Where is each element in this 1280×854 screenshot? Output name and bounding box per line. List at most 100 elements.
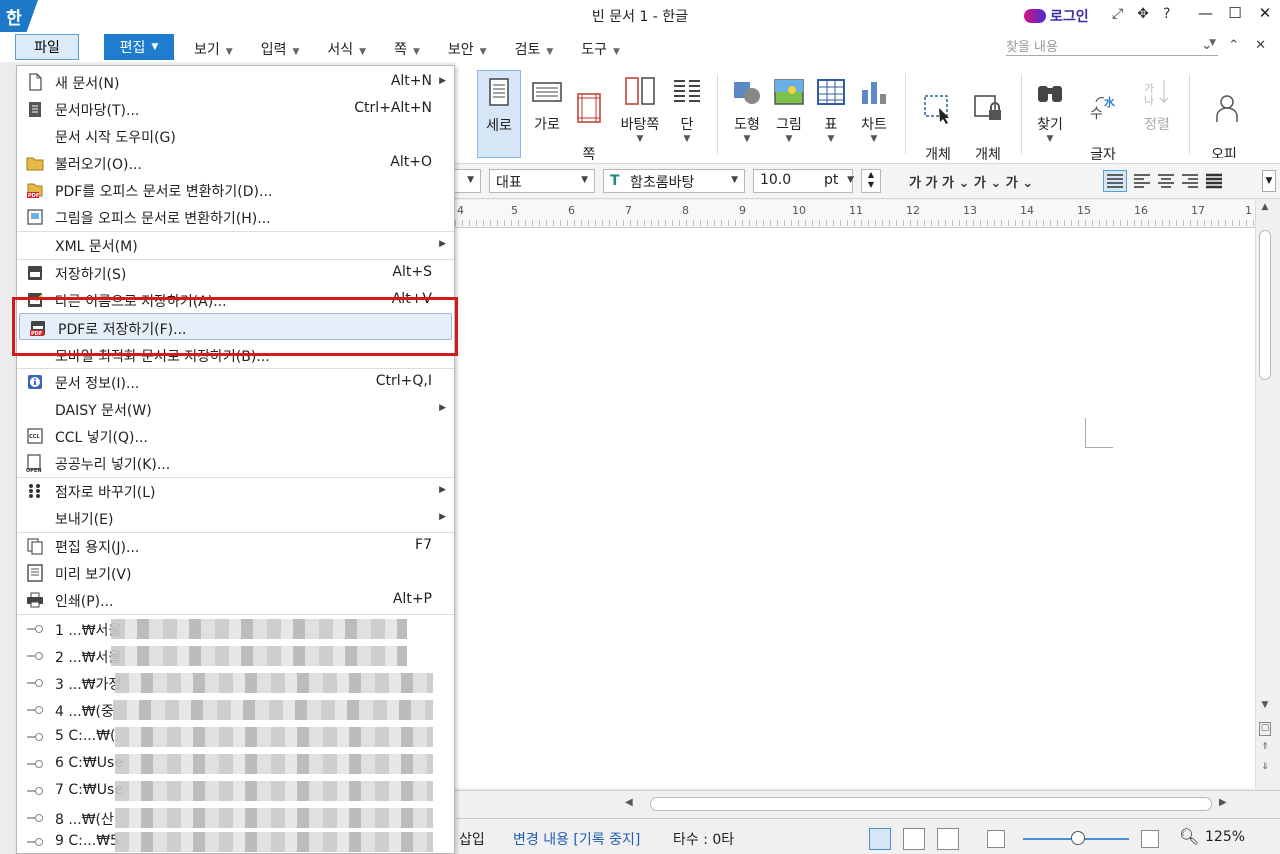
pin-icon[interactable] — [27, 652, 43, 660]
recent-file-item[interactable]: 6 C:₩Use — [17, 750, 454, 777]
menu-insert[interactable]: 입력 ▼ — [261, 39, 300, 59]
hscroll-thumb[interactable] — [650, 797, 1212, 811]
login-button[interactable]: 로그인 — [1024, 6, 1089, 26]
menu-item-pdf-convert[interactable]: PDF PDF를 오피스 문서로 변환하기(D)... — [17, 176, 454, 203]
pin-icon[interactable] — [27, 733, 43, 741]
shape-button[interactable]: 도형 ▼ — [727, 70, 767, 158]
minimize-button[interactable]: — — [1198, 4, 1213, 22]
pin-icon[interactable] — [27, 625, 43, 633]
horizontal-scrollbar[interactable]: ◀ ▶ — [455, 790, 1280, 818]
prev-page-icon[interactable]: ▢ — [1259, 722, 1271, 736]
menu-item-image-convert[interactable]: 그림을 오피스 문서로 변환하기(H)... — [17, 203, 454, 230]
pin-icon[interactable] — [27, 679, 43, 687]
page-down-icon[interactable]: ⇓ — [1259, 762, 1271, 776]
style-dropdown[interactable]: 대표 ▼ — [489, 169, 595, 193]
sort-button[interactable]: 가나 정렬 — [1135, 70, 1179, 158]
recent-file-item[interactable]: 9 C:...₩5 — [17, 828, 454, 854]
menu-item-open[interactable]: 불러오기(O)... Alt+O — [17, 149, 454, 176]
chevron-down-icon[interactable]: ▼ — [847, 175, 854, 185]
pin-icon[interactable] — [27, 838, 43, 846]
recent-file-item[interactable]: 7 C:₩Use — [17, 777, 454, 804]
zoom-level[interactable]: 125% — [1205, 829, 1245, 845]
search-down-icon[interactable]: ⌄ — [1201, 38, 1212, 53]
font-size-input[interactable]: 10.0 pt ▼ — [753, 169, 854, 193]
menu-item-doc-info[interactable]: 문서 정보(I)... Ctrl+Q,I — [17, 368, 454, 395]
menu-page[interactable]: 쪽 ▼ — [394, 39, 420, 59]
track-changes-status[interactable]: 변경 내용 [기록 중지] — [513, 829, 640, 849]
find-button[interactable]: 찾기 ▼ — [1029, 70, 1071, 158]
horizontal-ruler[interactable]: 4 5 6 7 8 9 10 11 12 13 14 15 16 17 1 — [455, 200, 1255, 228]
menu-edit[interactable]: 편집 ▼ — [104, 34, 174, 60]
recent-file-item[interactable]: 5 C:...₩( — [17, 723, 454, 750]
recent-file-item[interactable]: 1 ...₩서울 — [17, 615, 454, 642]
align-left-icon[interactable] — [1131, 171, 1153, 191]
menu-item-page-setup[interactable]: 편집 용지(J)... F7 — [17, 532, 454, 559]
page-view-button[interactable] — [869, 828, 891, 850]
scroll-down-icon[interactable]: ▼ — [1259, 700, 1271, 714]
object-protect-button[interactable]: 개체 보호 — [965, 70, 1011, 181]
align-right-icon[interactable] — [1179, 171, 1201, 191]
help-icon[interactable]: ? — [1163, 6, 1170, 22]
menu-item-start-wizard[interactable]: 문서 시작 도우미(G) — [17, 122, 454, 149]
page-margin-button[interactable]: 쪽 여백 — [567, 70, 611, 181]
page-up-icon[interactable]: ⇑ — [1259, 742, 1271, 756]
width-view-button[interactable] — [903, 828, 925, 850]
recent-file-item[interactable]: 2 ...₩서울 — [17, 642, 454, 669]
menu-security[interactable]: 보안 ▼ — [448, 39, 487, 59]
menu-item-print[interactable]: 인쇄(P)... Alt+P — [17, 586, 454, 613]
columns-button[interactable]: 단 ▼ — [667, 70, 707, 158]
pin-icon[interactable] — [27, 787, 43, 795]
replace-button[interactable]: 수水 글자 바꾸기 — [1075, 70, 1131, 181]
menu-item-daisy[interactable]: DAISY 문서(W) ▶ — [17, 395, 454, 422]
scroll-thumb[interactable] — [1259, 230, 1271, 380]
master-page-button[interactable]: 바탕쪽 ▼ — [615, 70, 665, 158]
distribute-icon[interactable] — [1203, 171, 1225, 191]
fullscreen-icon[interactable]: ⤢ — [1112, 6, 1123, 22]
collapse-ribbon-icon[interactable]: ⌃ — [1228, 38, 1239, 53]
menu-item-template[interactable]: 문서마당(T)... Ctrl+Alt+N — [17, 95, 454, 122]
scroll-left-icon[interactable]: ◀ — [625, 797, 633, 808]
menu-format[interactable]: 서식 ▼ — [327, 39, 366, 59]
full-view-button[interactable] — [937, 828, 959, 850]
font-dropdown[interactable]: T 함초롬바탕 ▼ — [603, 169, 745, 193]
char-format-icons[interactable]: 가 가 가 ⌄ 가 ⌄ 가 ⌄ — [909, 172, 1033, 191]
align-justify-button[interactable] — [1103, 170, 1127, 192]
menu-tools[interactable]: 도구 ▼ — [581, 39, 620, 59]
close-doc-icon[interactable]: ✕ — [1255, 38, 1266, 53]
menu-view[interactable]: 보기 ▼ — [194, 39, 233, 59]
zoom-out-button[interactable] — [987, 830, 1005, 848]
style-prev-dropdown[interactable]: ▼ — [455, 169, 481, 193]
recent-file-item[interactable]: 3 ...₩가정 — [17, 669, 454, 696]
close-button[interactable]: ✕ — [1258, 4, 1272, 22]
zoom-magnifier-icon[interactable]: 🔍︎ — [1179, 827, 1199, 846]
portrait-button[interactable]: 세로 — [477, 70, 521, 158]
document-canvas[interactable] — [455, 228, 1255, 788]
pin-icon[interactable] — [27, 814, 43, 822]
menu-item-send[interactable]: 보내기(E) ▶ — [17, 504, 454, 531]
font-size-stepper[interactable]: ▲ ▼ — [861, 169, 881, 193]
format-bar-expand-icon[interactable]: ▼ — [1262, 170, 1276, 192]
align-center-icon[interactable] — [1155, 171, 1177, 191]
picture-button[interactable]: 그림 ▼ — [769, 70, 809, 158]
chart-button[interactable]: 차트 ▼ — [853, 70, 895, 158]
vertical-scrollbar[interactable]: ▲ ▼ ▢ ⇑ ⇓ — [1255, 200, 1273, 788]
scroll-up-icon[interactable]: ▲ — [1259, 202, 1271, 216]
menu-file[interactable]: 파일 — [15, 34, 79, 60]
pin-icon[interactable] — [27, 760, 43, 768]
menu-item-xml[interactable]: XML 문서(M) ▶ — [17, 231, 454, 258]
recent-file-item[interactable]: 4 ...₩(중 — [17, 696, 454, 723]
maximize-button[interactable]: ☐ — [1228, 4, 1242, 22]
scroll-right-icon[interactable]: ▶ — [1219, 797, 1227, 808]
menu-item-braille[interactable]: 점자로 바꾸기(L) ▶ — [17, 477, 454, 504]
object-select-button[interactable]: 개체 선택 — [915, 70, 961, 181]
menu-review[interactable]: 검토 ▼ — [515, 39, 554, 59]
zoom-in-button[interactable] — [1141, 830, 1159, 848]
menu-item-preview[interactable]: 미리 보기(V) — [17, 559, 454, 586]
ribbon-toggle-icon[interactable]: ✥ — [1137, 6, 1149, 22]
recent-file-item[interactable]: 8 ...₩(산 — [17, 804, 454, 831]
menu-item-kogl[interactable]: OPEN 공공누리 넣기(K)... — [17, 449, 454, 476]
menu-item-save[interactable]: 저장하기(S) Alt+S — [17, 259, 454, 286]
zoom-slider-knob[interactable] — [1071, 831, 1085, 845]
search-input[interactable]: 찾을 내용 ▼ — [1006, 36, 1218, 56]
landscape-button[interactable]: 가로 — [525, 70, 569, 158]
